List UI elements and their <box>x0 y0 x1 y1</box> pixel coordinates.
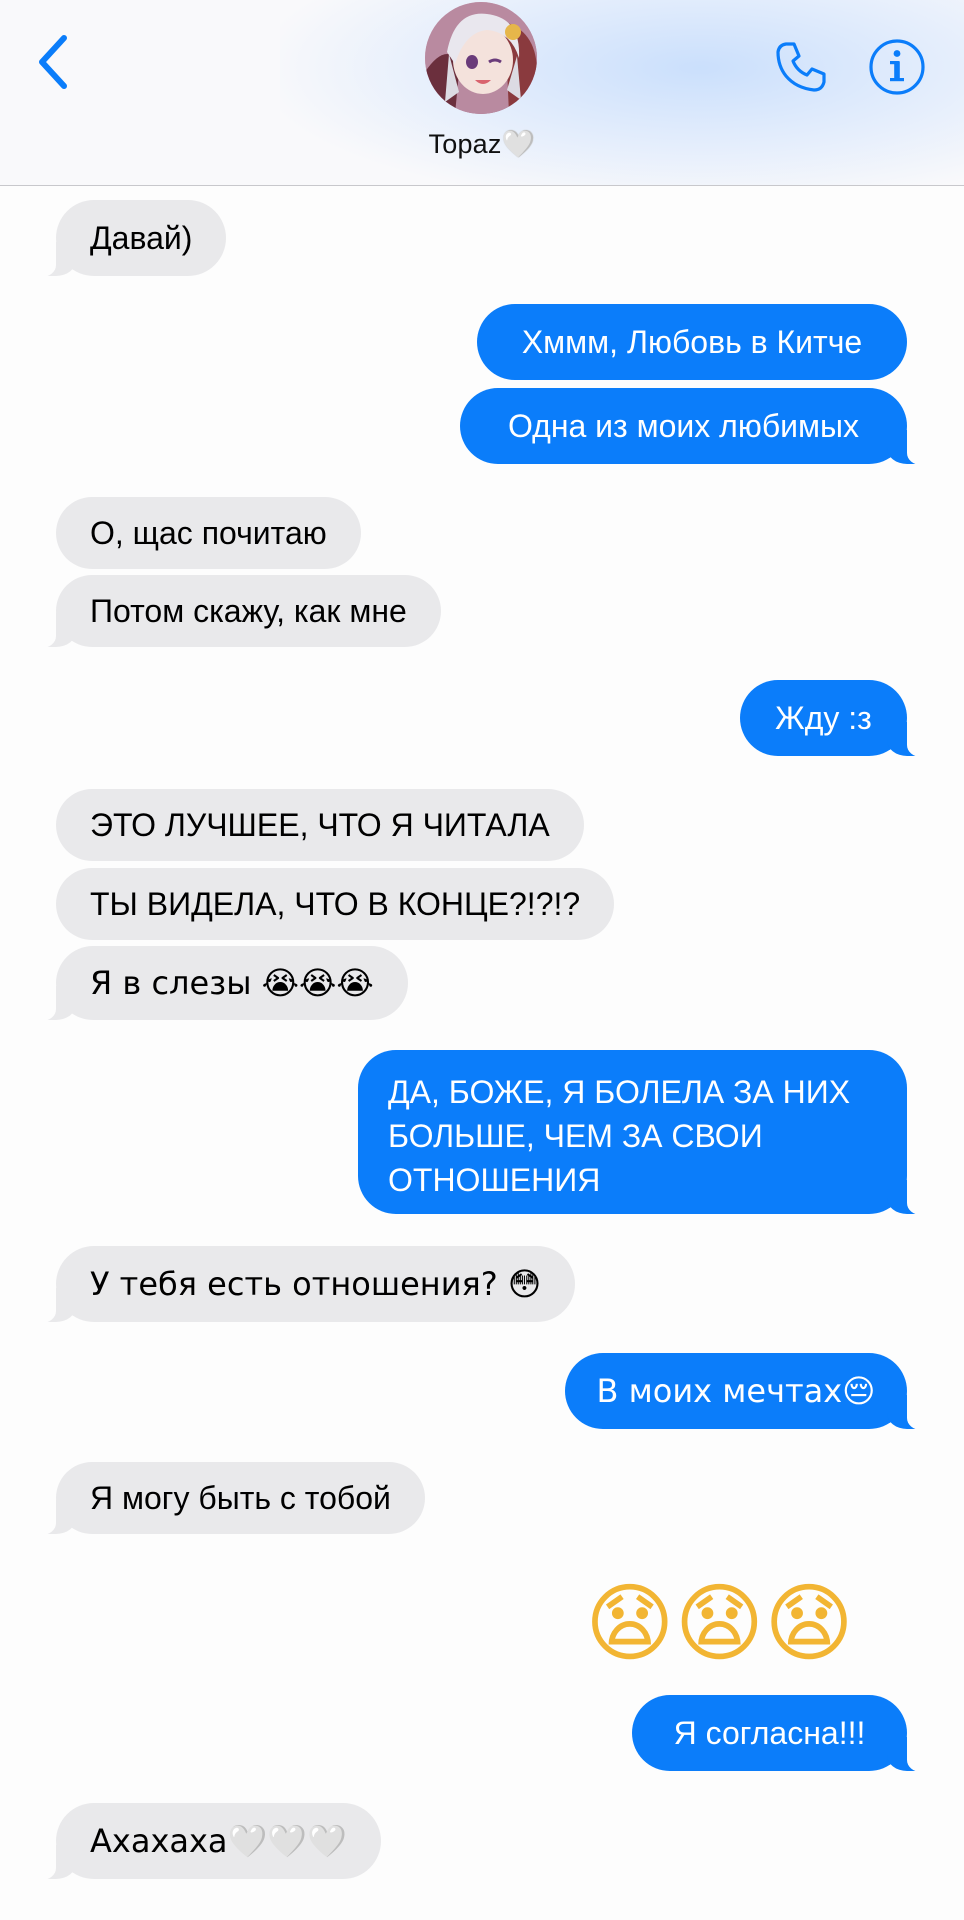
message-text: ТЫ ВИДЕЛА, ЧТО В КОНЦЕ?!?!? <box>90 886 581 922</box>
message-text: Одна из моих любимых <box>507 408 860 444</box>
message-incoming[interactable]: ТЫ ВИДЕЛА, ЧТО В КОНЦЕ?!?!? <box>56 868 615 940</box>
message-text: В моих мечтах😔 <box>596 1372 876 1410</box>
message-incoming[interactable]: Я в слезы 😭😭😭 <box>32 946 408 1021</box>
message-outgoing[interactable]: ДА, БОЖЕ, Я БОЛЕЛА ЗА НИХ БОЛЬШЕ, ЧЕМ ЗА… <box>358 1050 931 1215</box>
message-text: Хммм, Любовь в Китче <box>521 324 863 360</box>
message-text: О, щас почитаю <box>90 515 327 551</box>
message-incoming[interactable]: Потом скажу, как мне <box>32 575 441 648</box>
message-text: Давай) <box>90 220 193 256</box>
message-outgoing[interactable]: Жду :з <box>740 680 931 757</box>
message-incoming[interactable]: Ахахаха🤍🤍🤍 <box>31 1803 382 1880</box>
message-incoming[interactable]: О, щас почитаю <box>56 497 361 569</box>
message-outgoing[interactable]: Я согласна!!! <box>632 1695 931 1772</box>
message-incoming[interactable]: Я могу быть с тобой <box>32 1462 425 1535</box>
message-thread: Давай) Хммм, Любовь в Китче Одна из моих… <box>0 0 964 1920</box>
message-incoming[interactable]: У тебя есть отношения? 😳 <box>31 1246 576 1323</box>
message-incoming[interactable]: ЭТО ЛУЧШЕЕ, ЧТО Я ЧИТАЛА <box>56 789 584 861</box>
message-incoming[interactable]: Давай) <box>31 200 227 277</box>
anguished-face-emoji-icon: 😧😧😧 <box>585 1574 854 1674</box>
message-text: Жду :з <box>775 700 872 736</box>
message-text: ДА, БОЖЕ, Я БОЛЕЛА ЗА НИХ БОЛЬШЕ, ЧЕМ ЗА… <box>388 1074 851 1198</box>
emoji-only-message[interactable]: 😧😧😧 <box>585 1574 854 1674</box>
message-text: Я в слезы 😭😭😭 <box>90 964 374 1002</box>
message-text: Я могу быть с тобой <box>90 1480 391 1516</box>
message-text: Ахахаха🤍🤍🤍 <box>90 1822 348 1860</box>
message-text: У тебя есть отношения? 😳 <box>90 1265 542 1303</box>
message-text: ЭТО ЛУЧШЕЕ, ЧТО Я ЧИТАЛА <box>90 807 550 843</box>
message-outgoing[interactable]: В моих мечтах😔 <box>565 1353 931 1430</box>
message-outgoing[interactable]: Хммм, Любовь в Китче <box>477 304 907 380</box>
message-text: Потом скажу, как мне <box>90 593 407 629</box>
message-text: Я согласна!!! <box>673 1715 866 1751</box>
message-outgoing[interactable]: Одна из моих любимых <box>460 388 931 465</box>
